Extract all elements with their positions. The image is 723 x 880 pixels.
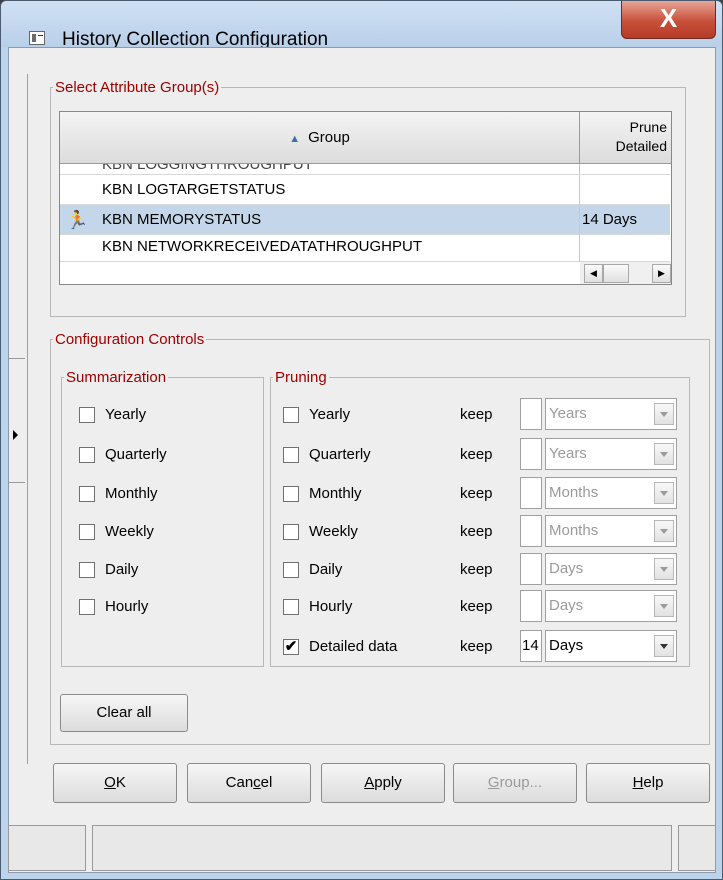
ok-button[interactable]: OK <box>53 763 177 803</box>
chevron-down-icon <box>654 520 674 542</box>
help-button[interactable]: Help <box>586 763 710 803</box>
chevron-down-icon <box>654 635 674 657</box>
dialog-window: History Collection Configuration X Selec… <box>0 0 723 880</box>
keep-count-input[interactable] <box>520 553 542 585</box>
app-icon <box>29 31 45 45</box>
keep-count-input[interactable] <box>520 438 542 470</box>
status-bar-right <box>678 825 716 871</box>
checkbox-icon[interactable] <box>79 486 95 502</box>
status-bar-left <box>8 825 86 871</box>
expand-arrow-icon[interactable] <box>13 430 18 440</box>
column-header-prune-detailed[interactable]: Prune Detailed <box>580 112 671 164</box>
checkbox-icon[interactable] <box>283 486 299 502</box>
horizontal-scrollbar[interactable]: ◀ ▶ <box>580 262 671 284</box>
table-row[interactable]: KBN LOGTARGETSTATUS <box>60 175 670 205</box>
clear-all-button[interactable]: Clear all <box>60 694 188 732</box>
table-row[interactable]: KBN LOGGINGTHROUGHPUT <box>60 164 670 175</box>
apply-button[interactable]: Apply <box>321 763 445 803</box>
configuration-controls-legend: Configuration Controls <box>55 331 205 348</box>
keep-count-input[interactable]: 14 <box>520 630 542 662</box>
sort-ascending-icon: ▲ <box>289 133 301 145</box>
keep-count-input[interactable] <box>520 590 542 622</box>
keep-unit-select[interactable]: Years <box>545 438 677 470</box>
attribute-group-table[interactable]: ▲ Group Prune Detailed KBN LOGGINGTHROUGH… <box>59 111 672 285</box>
side-splitter[interactable] <box>9 74 29 764</box>
summarization-legend: Summarization <box>66 369 167 386</box>
checkbox-icon[interactable] <box>79 599 95 615</box>
checkbox-checked-icon[interactable]: ✔ <box>283 639 299 655</box>
chevron-down-icon <box>654 443 674 465</box>
column-header-group[interactable]: ▲ Group <box>60 112 580 164</box>
checkbox-icon[interactable] <box>79 447 95 463</box>
checkbox-icon[interactable] <box>283 562 299 578</box>
checkbox-icon[interactable] <box>79 524 95 540</box>
pruning-legend: Pruning <box>275 369 327 386</box>
checkbox-icon[interactable] <box>283 524 299 540</box>
keep-unit-select[interactable]: Days <box>545 630 677 662</box>
chevron-down-icon <box>654 482 674 504</box>
chevron-down-icon <box>654 558 674 580</box>
table-row-selected[interactable]: 🏃 KBN MEMORYSTATUS 14 Days <box>60 205 670 235</box>
checkbox-icon[interactable] <box>283 407 299 423</box>
close-button[interactable]: X <box>621 1 716 39</box>
group-button: Group... <box>453 763 577 803</box>
cancel-button[interactable]: Cancel <box>187 763 311 803</box>
title-bar[interactable]: History Collection Configuration X <box>1 1 722 50</box>
keep-count-input[interactable] <box>520 477 542 509</box>
attribute-group-legend: Select Attribute Group(s) <box>55 79 220 96</box>
table-row[interactable]: KBN NETWORKRECEIVEDATATHROUGHPUT <box>60 235 670 262</box>
checkbox-icon[interactable] <box>79 562 95 578</box>
chevron-down-icon <box>654 403 674 425</box>
keep-unit-select[interactable]: Days <box>545 553 677 585</box>
keep-count-input[interactable] <box>520 515 542 547</box>
checkbox-icon[interactable] <box>79 407 95 423</box>
keep-unit-select[interactable]: Days <box>545 590 677 622</box>
hscroll-thumb[interactable] <box>603 264 629 283</box>
keep-count-input[interactable] <box>520 398 542 430</box>
keep-unit-select[interactable]: Months <box>545 477 677 509</box>
checkbox-icon[interactable] <box>283 599 299 615</box>
keep-unit-select[interactable]: Years <box>545 398 677 430</box>
scroll-right-icon[interactable]: ▶ <box>652 264 671 283</box>
checkbox-icon[interactable] <box>283 447 299 463</box>
keep-unit-select[interactable]: Months <box>545 515 677 547</box>
status-bar-message <box>92 825 672 871</box>
chevron-down-icon <box>654 595 674 617</box>
scroll-left-icon[interactable]: ◀ <box>584 264 603 283</box>
